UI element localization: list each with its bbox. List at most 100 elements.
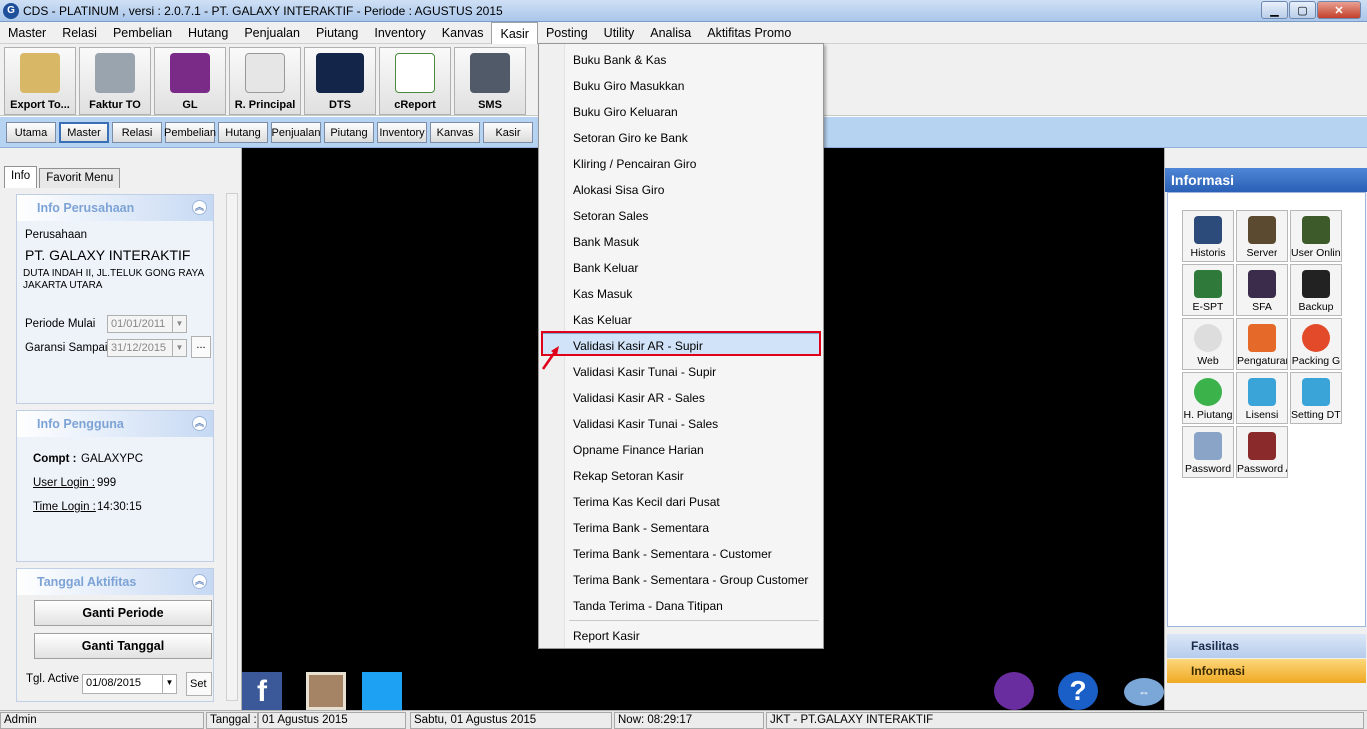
fasilitas-tab[interactable]: Fasilitas <box>1167 634 1366 658</box>
instagram-icon[interactable] <box>306 672 346 710</box>
user-online-button[interactable]: User Online <box>1290 210 1342 262</box>
menu-analisa[interactable]: Analisa <box>642 22 699 44</box>
menu-item-report-kasir[interactable]: Report Kasir <box>573 626 640 646</box>
menu-item-buku-bank-kas[interactable]: Buku Bank & Kas <box>573 50 666 70</box>
historis-button[interactable]: Historis <box>1182 210 1234 262</box>
facebook-icon[interactable]: f <box>242 672 282 710</box>
gl-button[interactable]: GL <box>154 47 226 115</box>
set-button[interactable]: Set <box>186 672 212 696</box>
tab-penjualan[interactable]: Penjualan <box>271 122 321 143</box>
h-piutang-button[interactable]: H. Piutang <box>1182 372 1234 424</box>
minimize-button[interactable]: ▁ <box>1261 1 1288 19</box>
pengaturan-button[interactable]: Pengaturan <box>1236 318 1288 370</box>
r-principal-button[interactable]: R. Principal <box>229 47 301 115</box>
collapse-icon[interactable]: ︽ <box>192 574 207 589</box>
menu-item-opname-finance-harian[interactable]: Opname Finance Harian <box>573 440 704 460</box>
menu-item-terima-bank-sementara-customer[interactable]: Terima Bank - Sementara - Customer <box>573 544 772 564</box>
menu-item-terima-bank-sementara-group[interactable]: Terima Bank - Sementara - Group Customer <box>573 570 808 590</box>
packing-button[interactable]: Packing G <box>1290 318 1342 370</box>
more-button[interactable]: ... <box>191 336 211 358</box>
menu-penjualan[interactable]: Penjualan <box>236 22 308 44</box>
collapse-icon[interactable]: ︽ <box>192 416 207 431</box>
menu-item-validasi-kasir-tunai-sales[interactable]: Validasi Kasir Tunai - Sales <box>573 414 718 434</box>
document-icon <box>245 53 285 93</box>
faktur-to-button[interactable]: Faktur TO <box>79 47 151 115</box>
password-access-button[interactable]: Password Ac <box>1236 426 1288 478</box>
tab-utama[interactable]: Utama <box>6 122 56 143</box>
export-button[interactable]: Export To... <box>4 47 76 115</box>
menu-item-validasi-kasir-ar-sales[interactable]: Validasi Kasir AR - Sales <box>573 388 705 408</box>
tab-inventory[interactable]: Inventory <box>377 122 427 143</box>
menu-item-terima-kas-kecil[interactable]: Terima Kas Kecil dari Pusat <box>573 492 720 512</box>
yahoo-messenger-icon[interactable] <box>994 672 1034 710</box>
info-perusahaan-header[interactable]: Info Perusahaan ︽ <box>17 195 213 221</box>
menu-item-alokasi-sisa-giro[interactable]: Alokasi Sisa Giro <box>573 180 664 200</box>
menu-pembelian[interactable]: Pembelian <box>105 22 180 44</box>
info-perusahaan-group: Info Perusahaan ︽ Perusahaan PT. GALAXY I… <box>16 194 214 404</box>
menu-item-rekap-setoran-kasir[interactable]: Rekap Setoran Kasir <box>573 466 684 486</box>
menu-posting[interactable]: Posting <box>538 22 596 44</box>
dts-button[interactable]: DTS <box>304 47 376 115</box>
sfa-button[interactable]: SFA <box>1236 264 1288 316</box>
tab-favorit-menu[interactable]: Favorit Menu <box>39 168 121 188</box>
garansi-sampai-field[interactable]: 31/12/2015 ▼ <box>107 339 187 357</box>
sms-button[interactable]: SMS <box>454 47 526 115</box>
user-login-label: User Login : <box>33 477 96 489</box>
tab-piutang[interactable]: Piutang <box>324 122 374 143</box>
menu-item-setoran-giro-ke-bank[interactable]: Setoran Giro ke Bank <box>573 128 688 148</box>
tanggal-aktifitas-header[interactable]: Tanggal Aktifitas ︽ <box>17 569 213 595</box>
creport-button[interactable]: cReport <box>379 47 451 115</box>
highlight-annotation-box <box>541 331 821 356</box>
menu-aktifitas-promo[interactable]: Aktifitas Promo <box>699 22 799 44</box>
menu-utility[interactable]: Utility <box>596 22 643 44</box>
password-button[interactable]: Password <box>1182 426 1234 478</box>
maximize-button[interactable]: ▢ <box>1289 1 1316 19</box>
e-spt-button[interactable]: E-SPT <box>1182 264 1234 316</box>
help-icon[interactable]: ? <box>1058 672 1098 710</box>
backup-button[interactable]: Backup <box>1290 264 1342 316</box>
chevron-down-icon[interactable]: ▼ <box>172 340 186 356</box>
tab-kanvas[interactable]: Kanvas <box>430 122 480 143</box>
periode-mulai-field[interactable]: 01/01/2011 ▼ <box>107 315 187 333</box>
close-button[interactable]: ✕ <box>1317 1 1361 19</box>
informasi-tab[interactable]: Informasi <box>1167 659 1366 683</box>
left-scrollbar[interactable] <box>226 193 238 701</box>
info-pengguna-header[interactable]: Info Pengguna ︽ <box>17 411 213 437</box>
tab-hutang[interactable]: Hutang <box>218 122 268 143</box>
menu-item-buku-giro-masukkan[interactable]: Buku Giro Masukkan <box>573 76 684 96</box>
menu-inventory[interactable]: Inventory <box>366 22 433 44</box>
menu-item-kliring-pencairan-giro[interactable]: Kliring / Pencairan Giro <box>573 154 696 174</box>
setting-dts-button[interactable]: Setting DTS <box>1290 372 1342 424</box>
collapse-icon[interactable]: ︽ <box>192 200 207 215</box>
menu-kasir[interactable]: Kasir <box>491 21 538 44</box>
chevron-down-icon[interactable]: ▼ <box>172 316 186 332</box>
menu-item-tanda-terima-dana-titipan[interactable]: Tanda Terima - Dana Titipan <box>573 596 723 616</box>
twitter-icon[interactable] <box>362 672 402 710</box>
arrows-icon[interactable]: ⇔ <box>1124 678 1164 706</box>
menu-kanvas[interactable]: Kanvas <box>434 22 492 44</box>
web-button[interactable]: Web <box>1182 318 1234 370</box>
menu-relasi[interactable]: Relasi <box>54 22 105 44</box>
menu-item-terima-bank-sementara[interactable]: Terima Bank - Sementara <box>573 518 709 538</box>
menu-item-kas-masuk[interactable]: Kas Masuk <box>573 284 632 304</box>
menu-item-bank-keluar[interactable]: Bank Keluar <box>573 258 638 278</box>
tab-info[interactable]: Info <box>4 166 38 188</box>
tab-master[interactable]: Master <box>59 122 109 143</box>
menu-item-buku-giro-keluaran[interactable]: Buku Giro Keluaran <box>573 102 678 122</box>
menu-item-bank-masuk[interactable]: Bank Masuk <box>573 232 639 252</box>
ganti-tanggal-button[interactable]: Ganti Tanggal <box>34 633 212 659</box>
ganti-periode-button[interactable]: Ganti Periode <box>34 600 212 626</box>
chevron-down-icon[interactable]: ▼ <box>162 675 176 693</box>
menu-item-validasi-kasir-tunai-supir[interactable]: Validasi Kasir Tunai - Supir <box>573 362 716 382</box>
tab-kasir[interactable]: Kasir <box>483 122 533 143</box>
tab-pembelian[interactable]: Pembelian <box>164 122 216 143</box>
server-button[interactable]: Server <box>1236 210 1288 262</box>
lisensi-button[interactable]: Lisensi <box>1236 372 1288 424</box>
menu-piutang[interactable]: Piutang <box>308 22 366 44</box>
menu-hutang[interactable]: Hutang <box>180 22 236 44</box>
menu-item-kas-keluar[interactable]: Kas Keluar <box>573 310 632 330</box>
menu-master[interactable]: Master <box>0 22 54 44</box>
tgl-active-field[interactable]: 01/08/2015 ▼ <box>82 674 177 694</box>
tab-relasi[interactable]: Relasi <box>112 122 162 143</box>
menu-item-setoran-sales[interactable]: Setoran Sales <box>573 206 648 226</box>
